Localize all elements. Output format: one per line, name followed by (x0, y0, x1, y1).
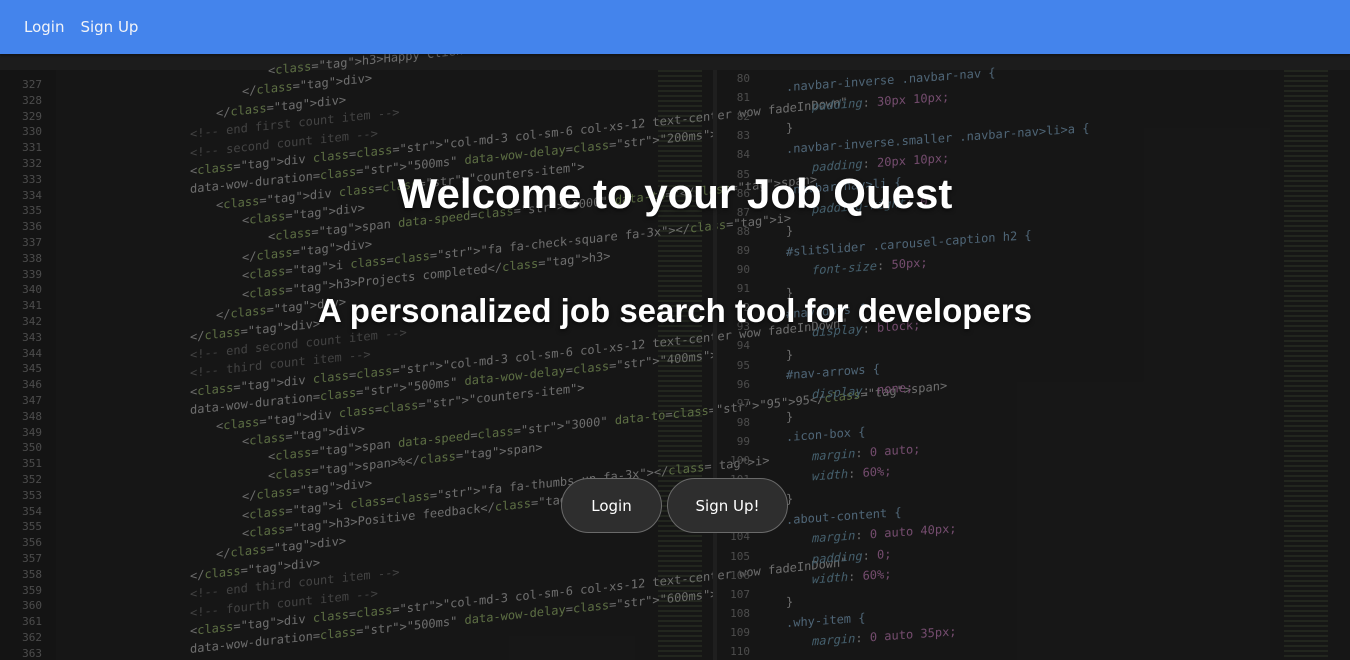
signup-button[interactable]: Sign Up! (667, 478, 788, 533)
top-navbar: Login Sign Up (0, 0, 1350, 54)
nav-signup-link[interactable]: Sign Up (80, 18, 138, 36)
hero-subtitle: A personalized job search tool for devel… (318, 292, 1032, 329)
background-dim-overlay (0, 54, 1350, 660)
login-button[interactable]: Login (561, 478, 662, 533)
nav-login-link[interactable]: Login (24, 18, 64, 36)
hero-title: Welcome to your Job Quest (397, 170, 953, 217)
